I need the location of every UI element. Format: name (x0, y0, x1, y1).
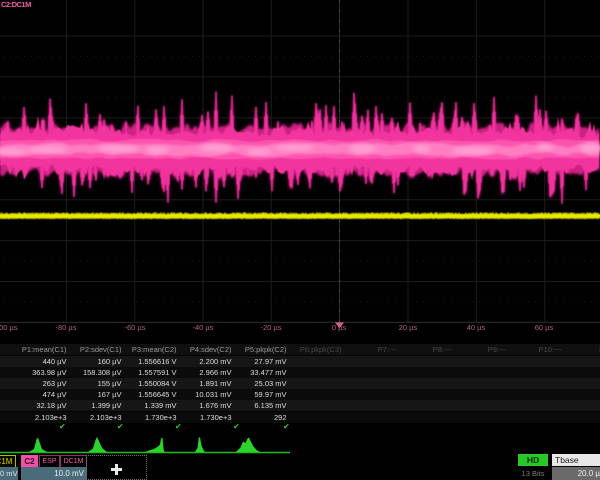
svg-text:✔: ✔ (175, 422, 182, 431)
svg-text:✔: ✔ (59, 422, 66, 431)
svg-text:✔: ✔ (117, 422, 124, 431)
svg-text:✔: ✔ (283, 422, 290, 431)
svg-text:✔: ✔ (233, 422, 240, 431)
